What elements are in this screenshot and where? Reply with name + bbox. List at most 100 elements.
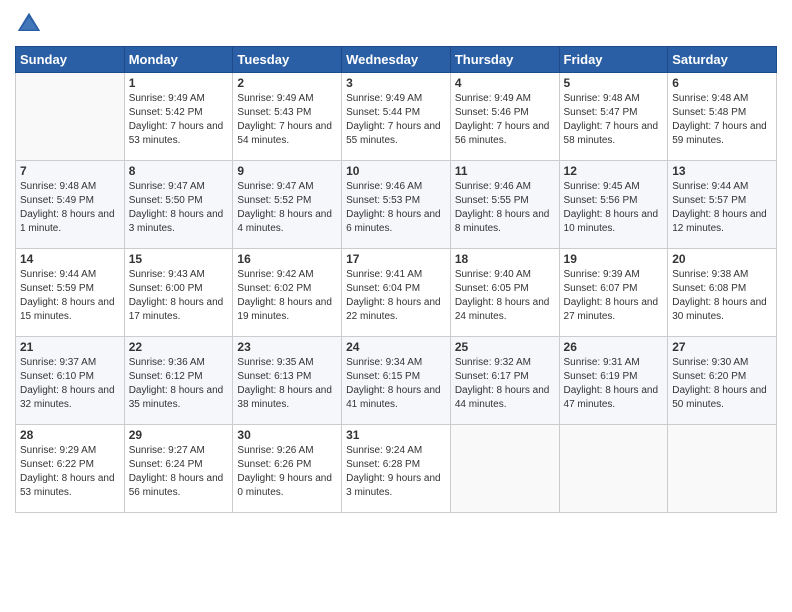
calendar-cell: 18Sunrise: 9:40 AMSunset: 6:05 PMDayligh…: [450, 249, 559, 337]
cell-content: Sunrise: 9:26 AMSunset: 6:26 PMDaylight:…: [237, 444, 337, 500]
calendar-cell: 25 Sunrise: 9:32 AMSunset: 6:17 PMDayligh…: [450, 337, 559, 425]
calendar-cell: 12 Sunrise: 9:45 AMSunset: 5:56 PMDayligh…: [559, 161, 668, 249]
calendar-cell: 21 Sunrise: 9:37 AMSunset: 6:10 PMDayligh…: [16, 337, 125, 425]
cell-content: Sunrise: 9:34 AMSunset: 6:15 PMDaylight:…: [346, 356, 446, 412]
cell-content: Sunrise: 9:35 AMSunset: 6:13 PMDaylight:…: [237, 356, 337, 412]
calendar-cell: 1Sunrise: 9:49 AMSunset: 5:42 PMDaylight…: [124, 73, 233, 161]
calendar-cell: 3 Sunrise: 9:49 AMSunset: 5:44 PMDaylight…: [342, 73, 451, 161]
cell-content: Sunrise: 9:29 AMSunset: 6:22 PMDaylight:…: [20, 444, 120, 500]
calendar-cell: 28 Sunrise: 9:29 AMSunset: 6:22 PMDayligh…: [16, 425, 125, 513]
cell-content: Sunrise: 9:46 AMSunset: 5:55 PMDaylight:…: [455, 180, 555, 236]
weekday-header-saturday: Saturday: [668, 47, 777, 73]
cell-content: Sunrise: 9:48 AMSunset: 5:47 PMDaylight:…: [564, 92, 664, 148]
cell-content: Sunrise: 9:47 AMSunset: 5:50 PMDaylight:…: [129, 180, 229, 236]
day-number: 28: [20, 428, 120, 442]
cell-content: Sunrise: 9:32 AMSunset: 6:17 PMDaylight:…: [455, 356, 555, 412]
day-number: 20: [672, 252, 772, 266]
day-number: 8: [129, 164, 229, 178]
cell-content: Sunrise: 9:27 AMSunset: 6:24 PMDaylight:…: [129, 444, 229, 500]
cell-content: Sunrise: 9:49 AMSunset: 5:44 PMDaylight:…: [346, 92, 446, 148]
cell-content: Sunrise: 9:42 AMSunset: 6:02 PMDaylight:…: [237, 268, 337, 324]
calendar-cell: 29Sunrise: 9:27 AMSunset: 6:24 PMDayligh…: [124, 425, 233, 513]
day-number: 26: [564, 340, 664, 354]
day-number: 2: [237, 76, 337, 90]
calendar-week-1: 1Sunrise: 9:49 AMSunset: 5:42 PMDaylight…: [16, 73, 777, 161]
cell-content: Sunrise: 9:49 AMSunset: 5:46 PMDaylight:…: [455, 92, 555, 148]
day-number: 14: [20, 252, 120, 266]
calendar-week-5: 28 Sunrise: 9:29 AMSunset: 6:22 PMDayligh…: [16, 425, 777, 513]
day-number: 3: [346, 76, 446, 90]
day-number: 11: [455, 164, 555, 178]
day-number: 16: [237, 252, 337, 266]
weekday-header-row: SundayMondayTuesdayWednesdayThursdayFrid…: [16, 47, 777, 73]
day-number: 17: [346, 252, 446, 266]
day-number: 21: [20, 340, 120, 354]
day-number: 24: [346, 340, 446, 354]
calendar-cell: 26 Sunrise: 9:31 AMSunset: 6:19 PMDayligh…: [559, 337, 668, 425]
cell-content: Sunrise: 9:41 AMSunset: 6:04 PMDaylight:…: [346, 268, 446, 324]
calendar-cell: 16 Sunrise: 9:42 AMSunset: 6:02 PMDayligh…: [233, 249, 342, 337]
calendar-cell: 13 Sunrise: 9:44 AMSunset: 5:57 PMDayligh…: [668, 161, 777, 249]
cell-content: Sunrise: 9:47 AMSunset: 5:52 PMDaylight:…: [237, 180, 337, 236]
calendar-cell: 7 Sunrise: 9:48 AMSunset: 5:49 PMDaylight…: [16, 161, 125, 249]
cell-content: Sunrise: 9:44 AMSunset: 5:57 PMDaylight:…: [672, 180, 772, 236]
calendar-week-3: 14Sunrise: 9:44 AMSunset: 5:59 PMDayligh…: [16, 249, 777, 337]
cell-content: Sunrise: 9:49 AMSunset: 5:43 PMDaylight:…: [237, 92, 337, 148]
calendar-cell: 2 Sunrise: 9:49 AMSunset: 5:43 PMDaylight…: [233, 73, 342, 161]
calendar-cell: 10Sunrise: 9:46 AMSunset: 5:53 PMDayligh…: [342, 161, 451, 249]
calendar-cell: [450, 425, 559, 513]
calendar-cell: 23 Sunrise: 9:35 AMSunset: 6:13 PMDayligh…: [233, 337, 342, 425]
calendar-week-4: 21 Sunrise: 9:37 AMSunset: 6:10 PMDayligh…: [16, 337, 777, 425]
cell-content: Sunrise: 9:43 AMSunset: 6:00 PMDaylight:…: [129, 268, 229, 324]
weekday-header-sunday: Sunday: [16, 47, 125, 73]
day-number: 25: [455, 340, 555, 354]
calendar-cell: 11 Sunrise: 9:46 AMSunset: 5:55 PMDayligh…: [450, 161, 559, 249]
weekday-header-tuesday: Tuesday: [233, 47, 342, 73]
cell-content: Sunrise: 9:46 AMSunset: 5:53 PMDaylight:…: [346, 180, 446, 236]
calendar-cell: 30 Sunrise: 9:26 AMSunset: 6:26 PMDayligh…: [233, 425, 342, 513]
day-number: 4: [455, 76, 555, 90]
calendar-cell: 8 Sunrise: 9:47 AMSunset: 5:50 PMDaylight…: [124, 161, 233, 249]
weekday-header-monday: Monday: [124, 47, 233, 73]
weekday-header-friday: Friday: [559, 47, 668, 73]
calendar-cell: [16, 73, 125, 161]
weekday-header-wednesday: Wednesday: [342, 47, 451, 73]
calendar-table: SundayMondayTuesdayWednesdayThursdayFrid…: [15, 46, 777, 513]
cell-content: Sunrise: 9:38 AMSunset: 6:08 PMDaylight:…: [672, 268, 772, 324]
day-number: 23: [237, 340, 337, 354]
calendar-cell: 9 Sunrise: 9:47 AMSunset: 5:52 PMDaylight…: [233, 161, 342, 249]
cell-content: Sunrise: 9:40 AMSunset: 6:05 PMDaylight:…: [455, 268, 555, 324]
day-number: 15: [129, 252, 229, 266]
day-number: 30: [237, 428, 337, 442]
calendar-cell: 31Sunrise: 9:24 AMSunset: 6:28 PMDayligh…: [342, 425, 451, 513]
calendar-week-2: 7 Sunrise: 9:48 AMSunset: 5:49 PMDaylight…: [16, 161, 777, 249]
calendar-cell: 15 Sunrise: 9:43 AMSunset: 6:00 PMDayligh…: [124, 249, 233, 337]
calendar-cell: 4 Sunrise: 9:49 AMSunset: 5:46 PMDaylight…: [450, 73, 559, 161]
calendar-cell: [668, 425, 777, 513]
day-number: 13: [672, 164, 772, 178]
calendar-cell: 20 Sunrise: 9:38 AMSunset: 6:08 PMDayligh…: [668, 249, 777, 337]
cell-content: Sunrise: 9:49 AMSunset: 5:42 PMDaylight:…: [129, 92, 229, 148]
cell-content: Sunrise: 9:24 AMSunset: 6:28 PMDaylight:…: [346, 444, 446, 500]
day-number: 5: [564, 76, 664, 90]
logo: [15, 10, 47, 38]
cell-content: Sunrise: 9:31 AMSunset: 6:19 PMDaylight:…: [564, 356, 664, 412]
calendar-cell: 5 Sunrise: 9:48 AMSunset: 5:47 PMDaylight…: [559, 73, 668, 161]
day-number: 7: [20, 164, 120, 178]
cell-content: Sunrise: 9:37 AMSunset: 6:10 PMDaylight:…: [20, 356, 120, 412]
cell-content: Sunrise: 9:48 AMSunset: 5:48 PMDaylight:…: [672, 92, 772, 148]
calendar-cell: 24 Sunrise: 9:34 AMSunset: 6:15 PMDayligh…: [342, 337, 451, 425]
day-number: 12: [564, 164, 664, 178]
calendar-cell: 6Sunrise: 9:48 AMSunset: 5:48 PMDaylight…: [668, 73, 777, 161]
day-number: 19: [564, 252, 664, 266]
cell-content: Sunrise: 9:45 AMSunset: 5:56 PMDaylight:…: [564, 180, 664, 236]
logo-icon: [15, 10, 43, 38]
calendar-cell: 27Sunrise: 9:30 AMSunset: 6:20 PMDayligh…: [668, 337, 777, 425]
calendar-cell: 19 Sunrise: 9:39 AMSunset: 6:07 PMDayligh…: [559, 249, 668, 337]
day-number: 9: [237, 164, 337, 178]
cell-content: Sunrise: 9:39 AMSunset: 6:07 PMDaylight:…: [564, 268, 664, 324]
day-number: 22: [129, 340, 229, 354]
calendar-cell: [559, 425, 668, 513]
cell-content: Sunrise: 9:48 AMSunset: 5:49 PMDaylight:…: [20, 180, 120, 236]
day-number: 27: [672, 340, 772, 354]
